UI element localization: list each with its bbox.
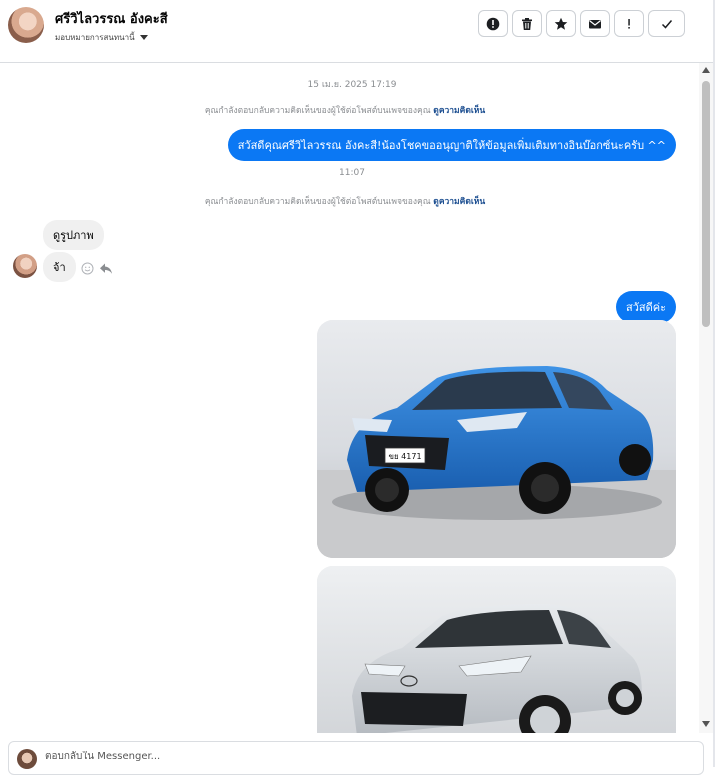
star-icon bbox=[554, 17, 568, 30]
scroll-down-arrow-icon[interactable] bbox=[702, 721, 710, 727]
check-icon bbox=[661, 19, 672, 29]
page-avatar bbox=[17, 749, 37, 769]
alert-circle-icon bbox=[486, 17, 500, 30]
incoming-message[interactable]: จ้า bbox=[43, 252, 76, 282]
done-button[interactable] bbox=[648, 10, 685, 37]
conversation-toolbar bbox=[478, 10, 685, 37]
reply-context-notice: คุณกำลังตอบกลับความคิดเห็นของผู้ใช้ต่อโพ… bbox=[0, 103, 690, 117]
car-photo-silver-hatchback bbox=[317, 566, 676, 733]
license-plate: ขย 4171 bbox=[388, 452, 421, 461]
contact-avatar-small[interactable] bbox=[13, 254, 37, 278]
reply-composer bbox=[8, 741, 704, 775]
contact-avatar[interactable] bbox=[8, 7, 44, 43]
contact-name[interactable]: ศรีวิไลวรรณ อังคะสี bbox=[55, 8, 168, 29]
view-comment-link[interactable]: ดูความคิดเห็น bbox=[433, 197, 485, 207]
report-button[interactable] bbox=[478, 10, 508, 37]
timestamp: 15 เม.ย. 2025 17:19 bbox=[307, 80, 397, 90]
conversation-header: ศรีวิไลวรรณ อังคะสี มอบหมายการสนทนานี้ bbox=[0, 0, 713, 63]
caret-down-icon bbox=[139, 35, 148, 40]
envelope-icon bbox=[589, 19, 601, 28]
assign-label: มอบหมายการสนทนานี้ bbox=[55, 33, 135, 42]
shared-photo[interactable] bbox=[317, 566, 676, 733]
timestamp: 11:07 bbox=[339, 168, 365, 178]
notice-text: คุณกำลังตอบกลับความคิดเห็นของผู้ใช้ต่อโพ… bbox=[204, 106, 431, 116]
outgoing-message[interactable]: สวัสดีค่ะ bbox=[615, 291, 676, 323]
mark-unread-button[interactable] bbox=[580, 10, 610, 37]
shared-photo[interactable]: ขย 4171 bbox=[317, 320, 676, 558]
star-button[interactable] bbox=[546, 10, 576, 37]
notice-text: คุณกำลังตอบกลับความคิดเห็นของผู้ใช้ต่อโพ… bbox=[204, 197, 431, 207]
messenger-reply-input[interactable] bbox=[45, 751, 645, 762]
incoming-message[interactable]: ดูรูปภาพ bbox=[43, 220, 104, 250]
trash-icon bbox=[522, 17, 532, 30]
exclamation-icon bbox=[628, 18, 630, 29]
thread-scrollbar[interactable] bbox=[699, 63, 713, 733]
car-photo-blue-sedan: ขย 4171 bbox=[317, 320, 676, 558]
message-thread[interactable]: 15 เม.ย. 2025 17:19 คุณกำลังตอบกลับความค… bbox=[0, 63, 699, 733]
react-emoji-icon[interactable] bbox=[81, 262, 94, 275]
view-comment-link[interactable]: ดูความคิดเห็น bbox=[433, 106, 485, 116]
assign-conversation-dropdown[interactable]: มอบหมายการสนทนานี้ bbox=[55, 31, 148, 44]
reply-icon[interactable] bbox=[99, 262, 113, 275]
flag-button[interactable] bbox=[614, 10, 644, 37]
outgoing-message[interactable]: สวัสดีคุณศรีวิไลวรรณ อังคะสี!น้องโชคขออน… bbox=[227, 129, 676, 161]
scroll-up-arrow-icon[interactable] bbox=[702, 67, 710, 73]
scroll-thumb[interactable] bbox=[702, 81, 710, 327]
reply-context-notice: คุณกำลังตอบกลับความคิดเห็นของผู้ใช้ต่อโพ… bbox=[0, 194, 690, 208]
delete-button[interactable] bbox=[512, 10, 542, 37]
